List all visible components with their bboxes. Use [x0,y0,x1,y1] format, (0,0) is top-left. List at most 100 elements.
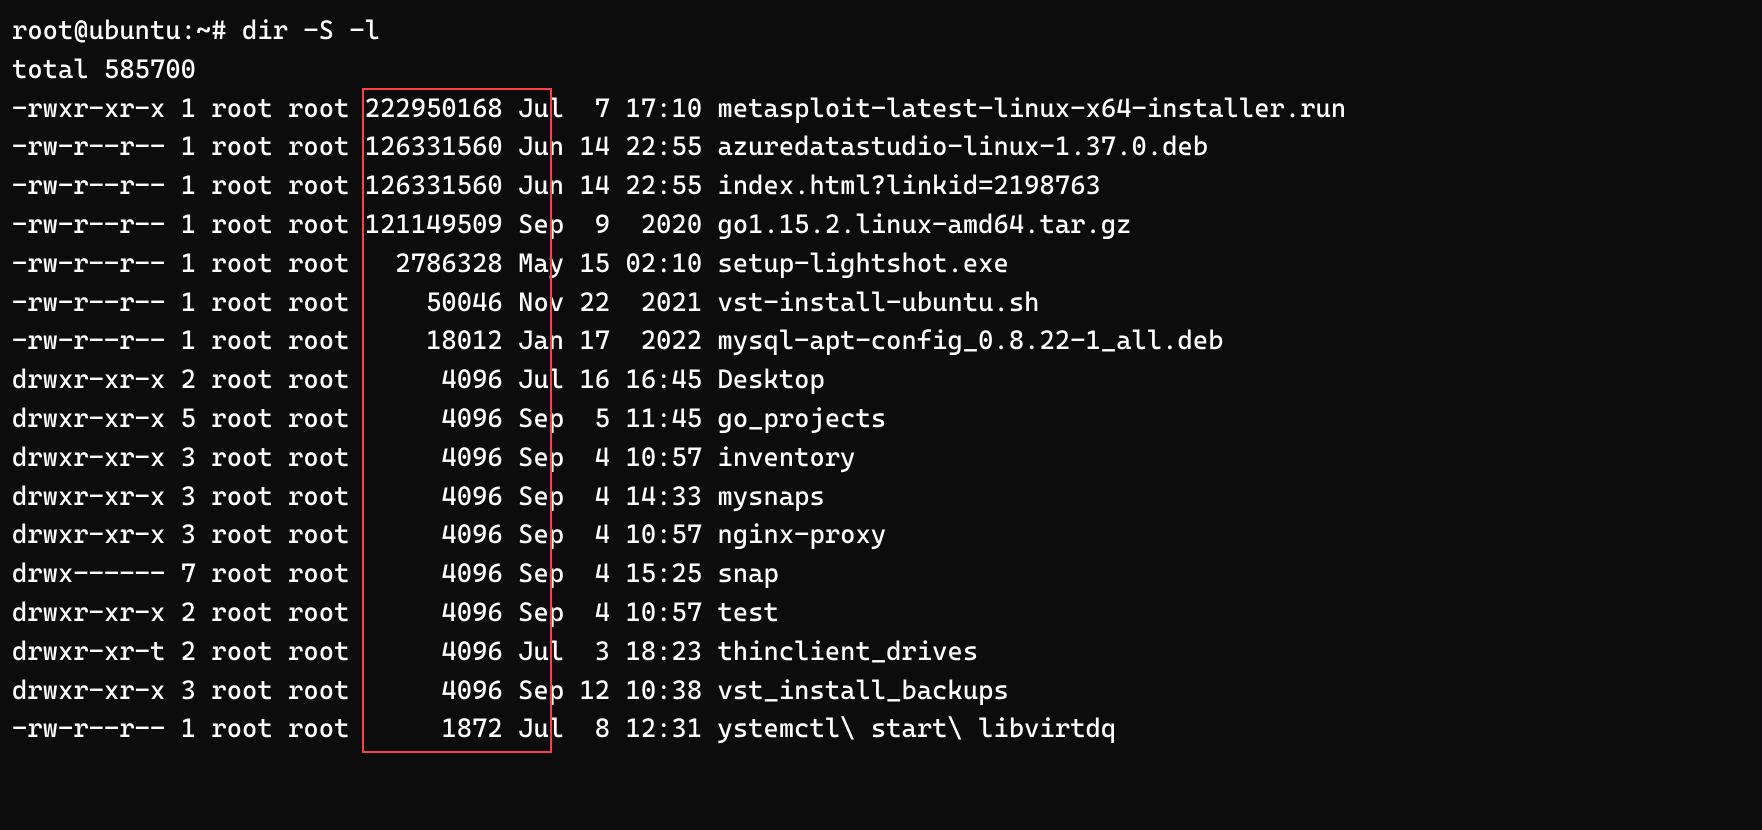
filename: mysql-apt-config_0.8.22-1_all.deb [718,326,1224,356]
file-row: -rw-r--r-- 1 root root 2786328 May 15 02… [12,245,1750,284]
owner: root [211,637,272,667]
time: 2020 [625,210,702,240]
group: root [288,598,349,628]
group: root [288,404,349,434]
links: 1 [181,210,196,240]
links: 7 [181,559,196,589]
filename: vst-install-ubuntu.sh [718,288,1040,318]
links: 1 [181,288,196,318]
day: 14 [579,132,610,162]
month: Sep [518,443,564,473]
perm: drwxr-xr-x [12,520,165,550]
file-row: drwxr-xr-x 3 root root 4096 Sep 4 14:33 … [12,478,1750,517]
perm: -rw-r--r-- [12,714,165,744]
time: 11:45 [625,404,702,434]
size: 4096 [365,404,503,434]
file-row: drwxr-xr-x 3 root root 4096 Sep 12 10:38… [12,672,1750,711]
filename: inventory [718,443,856,473]
group: root [288,210,349,240]
owner: root [211,676,272,706]
size: 222950168 [365,94,503,124]
day: 4 [579,559,610,589]
perm: drwxr-xr-x [12,598,165,628]
perm: -rw-r--r-- [12,249,165,279]
perm: drwx------ [12,559,165,589]
links: 2 [181,365,196,395]
owner: root [211,520,272,550]
owner: root [211,443,272,473]
prompt-mark: # [211,16,226,46]
month: Sep [518,404,564,434]
perm: drwxr-xr-x [12,482,165,512]
month: May [518,249,564,279]
file-row: drwx------ 7 root root 4096 Sep 4 15:25 … [12,555,1750,594]
day: 15 [579,249,610,279]
group: root [288,94,349,124]
perm: -rw-r--r-- [12,326,165,356]
perm: drwxr-xr-x [12,443,165,473]
time: 22:55 [625,171,702,201]
perm: -rw-r--r-- [12,288,165,318]
file-row: -rw-r--r-- 1 root root 50046 Nov 22 2021… [12,284,1750,323]
month: Nov [518,288,564,318]
month: Sep [518,676,564,706]
owner: root [211,404,272,434]
group: root [288,249,349,279]
filename: index.html?linkid=2198763 [718,171,1101,201]
size: 126331560 [365,171,503,201]
terminal-output[interactable]: root@ubuntu:~# dir -S -ltotal 585700-rwx… [0,0,1762,761]
file-row: drwxr-xr-x 3 root root 4096 Sep 4 10:57 … [12,516,1750,555]
total-line: total 585700 [12,51,1750,90]
day: 17 [579,326,610,356]
day: 4 [579,520,610,550]
month: Jun [518,132,564,162]
owner: root [211,482,272,512]
links: 3 [181,482,196,512]
perm: drwxr-xr-x [12,365,165,395]
day: 8 [579,714,610,744]
file-row: drwxr-xr-x 2 root root 4096 Sep 4 10:57 … [12,594,1750,633]
size: 50046 [365,288,503,318]
month: Sep [518,559,564,589]
time: 14:33 [625,482,702,512]
time: 17:10 [625,94,702,124]
day: 4 [579,482,610,512]
day: 4 [579,598,610,628]
owner: root [211,598,272,628]
file-row: -rwxr-xr-x 1 root root 222950168 Jul 7 1… [12,90,1750,129]
size: 4096 [365,520,503,550]
month: Sep [518,520,564,550]
prompt-cwd: ~ [196,16,211,46]
month: Sep [518,482,564,512]
prompt-separator: : [181,16,196,46]
month: Jul [518,365,564,395]
size: 121149509 [365,210,503,240]
filename: Desktop [718,365,825,395]
owner: root [211,559,272,589]
size: 1872 [365,714,503,744]
group: root [288,288,349,318]
group: root [288,326,349,356]
size: 4096 [365,365,503,395]
owner: root [211,365,272,395]
filename: ystemctl\ start\ libvirtdq [718,714,1117,744]
day: 4 [579,443,610,473]
day: 7 [579,94,610,124]
day: 16 [579,365,610,395]
time: 18:23 [625,637,702,667]
prompt-line[interactable]: root@ubuntu:~# dir -S -l [12,12,1750,51]
day: 14 [579,171,610,201]
time: 16:45 [625,365,702,395]
links: 1 [181,326,196,356]
time: 12:31 [625,714,702,744]
month: Jul [518,637,564,667]
owner: root [211,326,272,356]
filename: snap [718,559,779,589]
time: 10:38 [625,676,702,706]
group: root [288,132,349,162]
filename: test [718,598,779,628]
time: 10:57 [625,443,702,473]
links: 1 [181,94,196,124]
owner: root [211,249,272,279]
day: 3 [579,637,610,667]
